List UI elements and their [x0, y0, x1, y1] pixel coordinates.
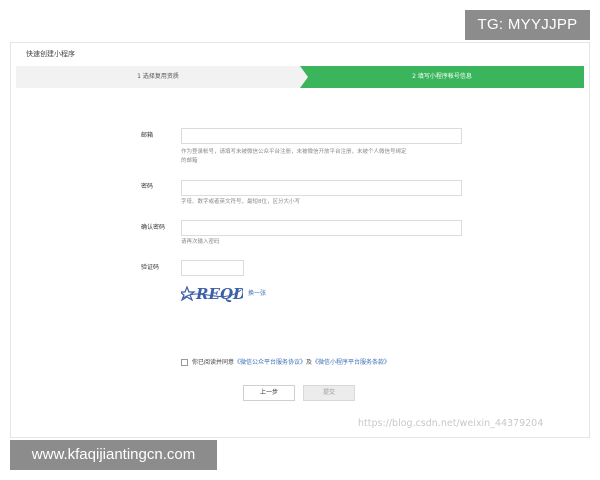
email-hint-line-1: 作为登录帐号，请填写未被微信公众平台注册，未被微信开放平台注册，未被个人微信号绑… — [181, 149, 407, 155]
captcha-input[interactable] — [181, 260, 244, 276]
email-label: 邮箱 — [141, 132, 154, 139]
form-window: 快速创建小程序 1 选择复用资质 2 填写小程序帐号信息 — [10, 42, 590, 438]
agreement-checkbox[interactable] — [181, 359, 188, 366]
terms-link[interactable]: 《微信小程序平台服务条款》 — [312, 359, 390, 366]
password-hint: 字母、数字或者英文符号，最短8位，区分大小写 — [181, 199, 301, 205]
window-title: 快速创建小程序 — [26, 50, 75, 58]
password-input[interactable] — [181, 180, 462, 196]
captcha-refresh-link[interactable]: 换一张 — [248, 288, 266, 297]
agreement-text: 你已阅读并同意《微信公众平台服务协议》及《微信小程序平台服务条款》 — [192, 358, 390, 368]
step-2-label: 2 填写小程序帐号信息 — [412, 73, 472, 80]
page: TG: MYYJJPP 快速创建小程序 1 选择复用资质 2 填写小程序帐号信息… — [0, 0, 600, 480]
confirm-password-input[interactable] — [181, 220, 462, 236]
email-hint-line-2: 的邮箱 — [181, 158, 198, 164]
email-input[interactable] — [181, 128, 462, 144]
csdn-watermark: https://blog.csdn.net/weixin_44379204 — [358, 418, 544, 429]
step-progress: 1 选择复用资质 2 填写小程序帐号信息 — [16, 66, 584, 88]
agreement-prefix: 你已阅读并同意 — [192, 359, 235, 366]
captcha-image: REQD — [181, 282, 243, 304]
captcha-text: REQD — [195, 285, 243, 303]
submit-button[interactable]: 提交 — [303, 385, 355, 401]
site-watermark: www.kfaqijiantingcn.com — [10, 440, 217, 470]
confirm-password-label: 确认密码 — [141, 224, 166, 231]
tg-watermark: TG: MYYJJPP — [465, 10, 590, 40]
step-1-label: 1 选择复用资质 — [137, 73, 179, 80]
confirm-password-hint: 请再次输入密码 — [181, 239, 220, 245]
service-agreement-link[interactable]: 《微信公众平台服务协议》 — [234, 359, 306, 366]
password-label: 密码 — [141, 183, 154, 190]
prev-step-button[interactable]: 上一步 — [243, 385, 295, 401]
captcha-label: 验证码 — [141, 264, 160, 271]
